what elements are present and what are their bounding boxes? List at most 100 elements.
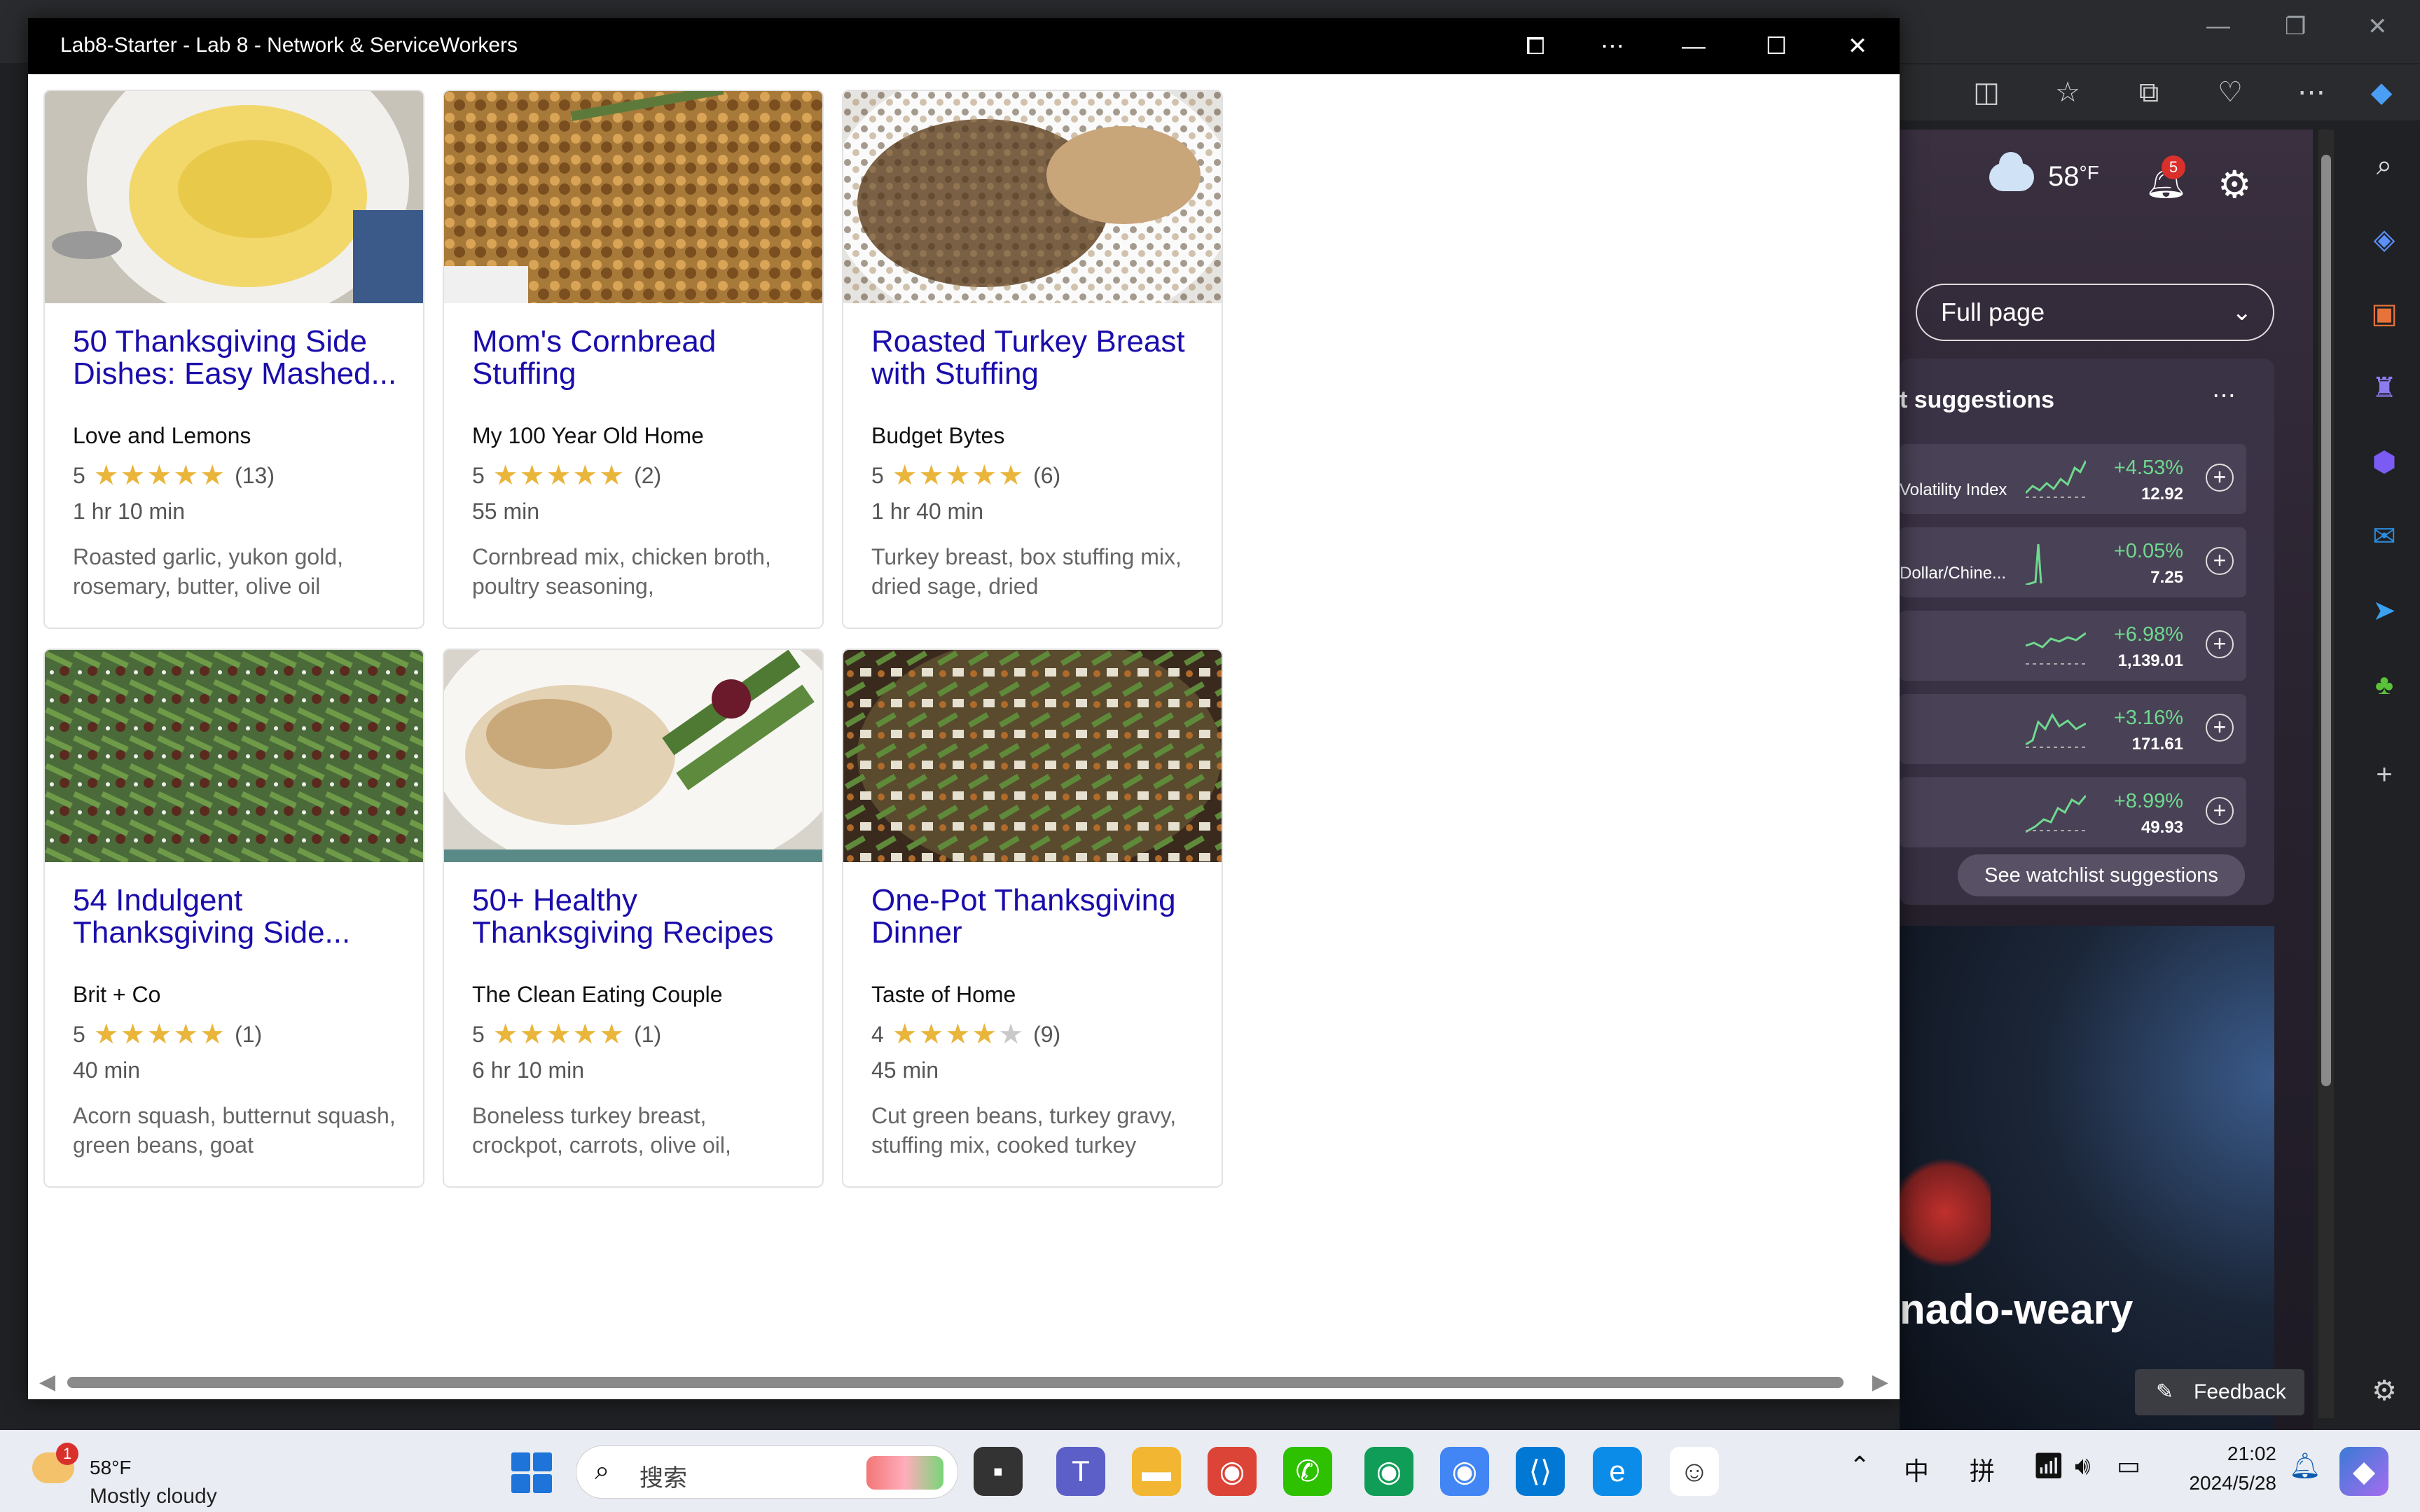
sliced-turkey-image: [444, 650, 822, 862]
chrome-profile-icon[interactable]: ◉: [1364, 1447, 1413, 1496]
vscode-icon[interactable]: ⟨⟩: [1516, 1447, 1565, 1496]
recipe-card[interactable]: 50+ Healthy Thanksgiving Recipes The Cle…: [443, 649, 824, 1188]
suggestions-more-icon[interactable]: ⋯: [2212, 382, 2236, 410]
more-menu-icon[interactable]: ⋯: [2293, 74, 2330, 111]
widget-weather[interactable]: 58 °F: [1989, 151, 2099, 193]
stock-row[interactable]: Volatility Index +4.53% 12.92 +: [1900, 444, 2246, 514]
wechat-icon[interactable]: ✆: [1283, 1447, 1332, 1496]
stock-row[interactable]: +8.99% 49.93 +: [1900, 777, 2246, 847]
teams-icon[interactable]: T: [1056, 1447, 1105, 1496]
edge-close-icon[interactable]: ✕: [2367, 13, 2388, 41]
recipe-card[interactable]: Roasted Turkey Breast with Stuffing Budg…: [842, 90, 1223, 629]
stock-row[interactable]: +6.98% 1,139.01 +: [1900, 611, 2246, 681]
volume-icon[interactable]: 🔊︎: [2075, 1451, 2091, 1481]
add-to-watchlist-icon[interactable]: +: [2206, 464, 2234, 492]
sparkline-chart: [2026, 795, 2086, 833]
split-screen-icon[interactable]: ◫: [1968, 74, 2005, 111]
shopping-tag-icon[interactable]: ◈: [2366, 221, 2402, 258]
show-hidden-icons[interactable]: ⌃: [1849, 1451, 1870, 1480]
recipe-time: 1 hr 10 min: [73, 499, 186, 524]
task-view-icon[interactable]: ▪: [974, 1447, 1023, 1496]
add-to-watchlist-icon[interactable]: +: [2206, 630, 2234, 658]
recipe-card[interactable]: One-Pot Thanksgiving Dinner Taste of Hom…: [842, 649, 1223, 1188]
performance-icon[interactable]: ♡: [2212, 74, 2248, 111]
stock-change: +3.16%: [2113, 707, 2183, 729]
add-to-watchlist-icon[interactable]: +: [2206, 797, 2234, 825]
stock-row[interactable]: +3.16% 171.61 +: [1900, 694, 2246, 764]
rating-value: 5: [73, 462, 85, 488]
taskbar-search-box[interactable]: ⌕ 搜索: [576, 1445, 958, 1499]
sparkline-chart: [2026, 712, 2086, 748]
add-to-watchlist-icon[interactable]: +: [2206, 547, 2234, 575]
see-watchlist-suggestions-button[interactable]: See watchlist suggestions: [1958, 854, 2245, 896]
clock-date[interactable]: 2024/5/28: [2157, 1472, 2276, 1494]
feedback-button[interactable]: ✎ Feedback: [2135, 1369, 2304, 1415]
add-to-watchlist-icon[interactable]: +: [2206, 714, 2234, 742]
start-button[interactable]: [511, 1452, 552, 1493]
scroll-left-icon[interactable]: ◀: [39, 1370, 55, 1394]
collections-icon[interactable]: ⧉: [2131, 74, 2167, 111]
review-count: (2): [634, 462, 662, 488]
wifi-icon[interactable]: 📶︎: [2033, 1451, 2065, 1480]
one-pot-dinner-image: [843, 650, 1222, 862]
pwa-app-icon[interactable]: ☺: [1670, 1447, 1719, 1496]
sidebar-settings-icon[interactable]: ⚙: [2366, 1373, 2402, 1409]
games-icon[interactable]: ♜: [2366, 370, 2402, 406]
favorites-icon[interactable]: ☆: [2049, 74, 2086, 111]
recipe-ingredients: Turkey breast, box stuffing mix, dried s…: [871, 544, 1182, 599]
more-options-icon[interactable]: ⋯: [1590, 27, 1635, 66]
recipe-title[interactable]: 54 Indulgent Thanksgiving Side...: [73, 885, 402, 949]
ime-language[interactable]: 中: [1904, 1451, 1929, 1487]
recipe-title[interactable]: 50 Thanksgiving Side Dishes: Easy Mashed…: [73, 326, 402, 390]
add-sidebar-icon[interactable]: +: [2366, 756, 2402, 793]
clock-time[interactable]: 21:02: [2171, 1443, 2276, 1465]
chrome-icon[interactable]: ◉: [1208, 1447, 1257, 1496]
ime-mode[interactable]: 拼: [1970, 1451, 1995, 1487]
recipe-source: Brit + Co: [73, 982, 161, 1007]
recipe-card[interactable]: 54 Indulgent Thanksgiving Side... Brit +…: [43, 649, 424, 1188]
rating-value: 5: [73, 1021, 85, 1047]
battery-icon[interactable]: ▭: [2117, 1451, 2141, 1480]
recipe-source: Budget Bytes: [871, 423, 1005, 448]
view-mode-select[interactable]: Full page ⌄: [1916, 284, 2274, 341]
scrollbar-thumb[interactable]: [2321, 155, 2331, 1086]
minimize-icon[interactable]: —: [1671, 27, 1716, 66]
recipe-time: 45 min: [871, 1057, 939, 1083]
recipe-title[interactable]: Roasted Turkey Breast with Stuffing: [871, 326, 1201, 390]
maximize-icon[interactable]: ☐: [1754, 27, 1799, 66]
search-icon[interactable]: ⌕: [2366, 147, 2402, 183]
edge-minimize-icon[interactable]: —: [2206, 13, 2230, 40]
chrome-profile-2-icon[interactable]: ◉: [1440, 1447, 1489, 1496]
outlook-icon[interactable]: ✉: [2366, 518, 2402, 555]
send-icon[interactable]: ➤: [2366, 592, 2402, 629]
cast-icon[interactable]: ⧠: [1513, 27, 1558, 66]
news-headline[interactable]: nado-weary: [1900, 1285, 2133, 1333]
copilot-taskbar-icon[interactable]: ◆: [2339, 1447, 2388, 1496]
edge-vertical-scrollbar[interactable]: [2318, 130, 2334, 1418]
scroll-right-icon[interactable]: ▶: [1872, 1370, 1888, 1394]
recipe-card[interactable]: 50 Thanksgiving Side Dishes: Easy Mashed…: [43, 90, 424, 629]
horizontal-scrollbar[interactable]: ◀ ▶: [28, 1364, 1900, 1399]
copilot-icon[interactable]: ◆: [2363, 74, 2400, 111]
tree-icon[interactable]: ♣: [2366, 667, 2402, 703]
star-rating-icon: ★★★★★: [93, 1019, 227, 1050]
recipe-title[interactable]: 50+ Healthy Thanksgiving Recipes: [472, 885, 801, 949]
recipe-time: 1 hr 40 min: [871, 499, 984, 524]
copilot-sidebar-icon[interactable]: ⬢: [2366, 444, 2402, 480]
widget-settings-gear-icon[interactable]: ⚙: [2218, 162, 2251, 207]
stock-row[interactable]: Dollar/Chine... +0.05% 7.25 +: [1900, 527, 2246, 597]
close-icon[interactable]: ✕: [1835, 27, 1880, 66]
notification-badge: 5: [2162, 155, 2185, 179]
notification-icon[interactable]: 🔔︎: [2289, 1451, 2321, 1480]
recipe-time: 40 min: [73, 1057, 141, 1083]
file-explorer-icon[interactable]: ▬: [1132, 1447, 1181, 1496]
tools-icon[interactable]: ▣: [2366, 296, 2402, 332]
edge-icon[interactable]: e: [1593, 1447, 1642, 1496]
recipe-title[interactable]: One-Pot Thanksgiving Dinner: [871, 885, 1201, 949]
recipe-title[interactable]: Mom's Cornbread Stuffing: [472, 326, 801, 390]
recipe-card[interactable]: Mom's Cornbread Stuffing My 100 Year Old…: [443, 90, 824, 629]
scrollbar-thumb[interactable]: [67, 1377, 1844, 1388]
review-count: (9): [1033, 1021, 1061, 1047]
edge-restore-icon[interactable]: ❐: [2285, 13, 2306, 41]
news-card-image[interactable]: [1900, 926, 2274, 1430]
